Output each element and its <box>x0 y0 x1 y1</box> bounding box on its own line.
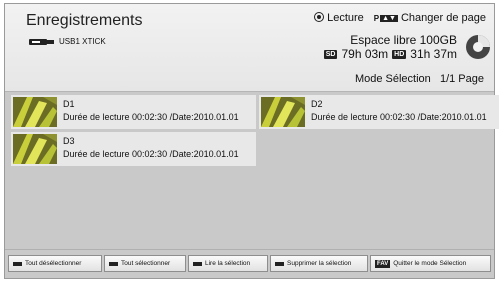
header-panel: Enregistrements USB1 XTICK Lecture P ▲▼ Ch… <box>5 4 494 92</box>
recording-item[interactable]: D1 Durée de lecture 00:02:30 /Date:2010.… <box>11 95 256 129</box>
hd-badge: HD <box>392 49 407 59</box>
footer-bar: Tout désélectionner Tout sélectionner Li… <box>5 249 494 278</box>
recordings-window: Enregistrements USB1 XTICK Lecture P ▲▼ Ch… <box>4 3 499 279</box>
key-icon <box>13 261 22 266</box>
change-page-label: Changer de page <box>400 12 486 24</box>
play-label: Lecture <box>327 12 364 24</box>
key-icon <box>275 261 284 266</box>
change-page-legend: P ▲▼ Changer de page <box>374 12 486 24</box>
key-legend: Lecture P ▲▼ Changer de page <box>314 12 486 24</box>
recording-name: D1 <box>63 99 75 109</box>
usb-icon <box>29 38 54 45</box>
page-key-letter: P <box>373 14 380 23</box>
page-key-icon: P ▲▼ <box>373 14 398 23</box>
recording-name: D3 <box>63 136 75 146</box>
recording-thumbnail <box>13 97 57 127</box>
remaining-times: SD 79h 03m HD 31h 37m <box>323 47 457 61</box>
sd-badge: SD <box>323 49 338 59</box>
recording-info: Durée de lecture 00:02:30 /Date:2010.01.… <box>63 149 239 159</box>
play-legend: Lecture <box>314 12 364 24</box>
mode-label: Mode Sélection <box>354 73 431 85</box>
page-indicator: 1/1 Page <box>439 73 484 85</box>
quit-selection-button[interactable]: FAV Quitter le mode Sélection <box>370 255 491 272</box>
recording-item[interactable]: D2 Durée de lecture 00:02:30 /Date:2010.… <box>259 95 499 129</box>
usb-label: USB1 XTICK <box>59 37 106 46</box>
page-title: Enregistrements <box>26 12 143 29</box>
key-icon <box>109 261 118 266</box>
recording-thumbnail <box>13 134 57 164</box>
free-space-label: Espace libre 100GB <box>350 33 457 47</box>
recording-item[interactable]: D3 Durée de lecture 00:02:30 /Date:2010.… <box>11 132 256 166</box>
deselect-all-button[interactable]: Tout désélectionner <box>8 255 102 272</box>
recording-info: Durée de lecture 00:02:30 /Date:2010.01.… <box>311 112 487 122</box>
select-all-label: Tout sélectionner <box>121 260 171 267</box>
deselect-all-label: Tout désélectionner <box>25 260 82 267</box>
fav-key-icon: FAV <box>375 259 391 268</box>
delete-selection-button[interactable]: Supprimer la sélection <box>270 255 368 272</box>
radio-icon <box>314 12 325 22</box>
recording-thumbnail <box>261 97 305 127</box>
hd-time: 31h 37m <box>410 47 457 61</box>
play-selection-button[interactable]: Lire la sélection <box>188 255 268 272</box>
key-icon <box>193 261 202 266</box>
mode-indicator: Mode Sélection 1/1 Page <box>355 73 484 85</box>
recording-name: D2 <box>311 99 323 109</box>
quit-selection-label: Quitter le mode Sélection <box>393 260 467 267</box>
delete-selection-label: Supprimer la sélection <box>287 260 352 267</box>
select-all-button[interactable]: Tout sélectionner <box>104 255 186 272</box>
recording-info: Durée de lecture 00:02:30 /Date:2010.01.… <box>63 112 239 122</box>
sd-time: 79h 03m <box>341 47 389 61</box>
play-selection-label: Lire la sélection <box>205 260 251 267</box>
usb-device: USB1 XTICK <box>29 37 106 46</box>
disk-usage-icon <box>466 35 490 59</box>
